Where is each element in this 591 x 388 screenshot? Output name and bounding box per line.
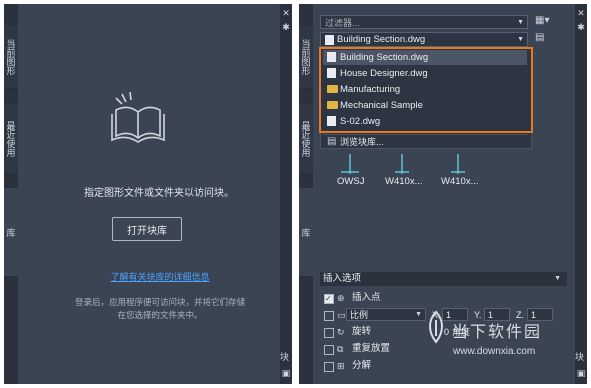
tab-library[interactable]: 库 bbox=[299, 188, 313, 277]
chevron-down-icon[interactable]: ▼ bbox=[517, 16, 524, 30]
rotate-icon: ↻ bbox=[337, 327, 345, 337]
signin-note: 登录后，应用程序便可访问块，并将它们存储 在您选择的文件夹中。 bbox=[52, 296, 268, 322]
block-label: W410x... bbox=[441, 176, 479, 187]
library-hint: 指定图形文件或文件夹以访问块。 bbox=[84, 188, 234, 199]
tab-library[interactable]: 库 bbox=[4, 188, 18, 277]
option-label: 重复放置 bbox=[352, 343, 391, 354]
view-options-icon[interactable]: ▦▾ bbox=[535, 15, 549, 26]
tab-recent[interactable]: 最近使用 bbox=[299, 104, 313, 175]
tab-label: 库 bbox=[5, 227, 16, 237]
browse-library-icon[interactable]: ▤ bbox=[535, 32, 544, 43]
block-thumbnail-owsj[interactable] bbox=[339, 154, 361, 174]
learn-more-link[interactable]: 了解有关块库的详细信息 bbox=[64, 270, 256, 283]
insert-options-header[interactable]: 插入选项 ▼ bbox=[320, 272, 567, 286]
tab-current-drawing[interactable]: 当前图形 bbox=[4, 26, 18, 89]
library-select[interactable]: Building Section.dwg ▼ bbox=[320, 32, 528, 47]
palette-settings-icon[interactable]: ▣ bbox=[576, 368, 586, 379]
insert-options-title: 插入选项 bbox=[323, 273, 362, 284]
tab-label: 当前图形 bbox=[300, 39, 311, 75]
left-side-bar: ✕ ✱ 块 ▣ bbox=[279, 4, 292, 384]
block-thumbnail-w410-1[interactable] bbox=[391, 154, 413, 174]
option-insert-point[interactable]: ⊕ 插入点 bbox=[324, 291, 564, 306]
tab-label: 最近使用 bbox=[5, 121, 16, 157]
filter-placeholder: 过滤器... bbox=[325, 18, 360, 28]
explode-checkbox[interactable] bbox=[324, 362, 334, 372]
scale-checkbox[interactable] bbox=[324, 311, 334, 321]
palette-settings-icon[interactable]: ▣ bbox=[281, 368, 291, 379]
browse-icon: ▤ bbox=[327, 136, 337, 147]
note-line: 登录后，应用程序便可访问块，并将它们存储 bbox=[74, 297, 245, 307]
browse-library-item[interactable]: ▤ 浏览块库... bbox=[323, 134, 527, 148]
block-thumbnail-w410-2[interactable] bbox=[447, 154, 469, 174]
note-line: 在您选择的文件夹中。 bbox=[117, 310, 203, 320]
watermark-url: www.downxia.com bbox=[453, 346, 536, 357]
repeat-checkbox[interactable] bbox=[324, 345, 334, 355]
watermark-logo bbox=[429, 310, 443, 344]
option-label: 分解 bbox=[352, 360, 372, 371]
scale-icon: ▭ bbox=[337, 310, 346, 320]
filter-input[interactable]: 过滤器... ▼ bbox=[320, 15, 528, 29]
insert-point-icon: ⊕ bbox=[337, 293, 345, 303]
explode-icon: ⊞ bbox=[337, 361, 345, 371]
highlight-annotation bbox=[319, 47, 533, 133]
book-icon bbox=[111, 91, 165, 143]
tab-label: 当前图形 bbox=[5, 39, 16, 75]
chevron-down-icon[interactable]: ▼ bbox=[517, 33, 524, 47]
open-library-button[interactable]: 打开块库 bbox=[112, 217, 182, 241]
close-icon[interactable]: ✕ bbox=[281, 8, 291, 19]
chevron-down-icon[interactable]: ▼ bbox=[554, 272, 561, 286]
right-side-bar: ✕ ✱ 块 ▣ bbox=[574, 4, 587, 384]
watermark-title: 当下软件园 bbox=[452, 324, 543, 341]
pin-icon[interactable]: ✱ bbox=[576, 22, 586, 33]
rotate-checkbox[interactable] bbox=[324, 328, 334, 338]
block-label: OWSJ bbox=[337, 176, 365, 187]
option-label: 旋转 bbox=[352, 326, 372, 337]
palette-title: 块 bbox=[279, 352, 289, 361]
option-label: 插入点 bbox=[352, 292, 381, 303]
pin-icon[interactable]: ✱ bbox=[281, 22, 291, 33]
browse-label: 浏览块库... bbox=[340, 137, 384, 147]
scale-select[interactable]: 比例 ▼ bbox=[346, 308, 426, 321]
tab-label: 最近使用 bbox=[300, 121, 311, 157]
palette-title: 块 bbox=[574, 352, 584, 361]
block-label: W410x... bbox=[385, 176, 423, 187]
scale-select-value: 比例 bbox=[350, 310, 369, 320]
repeat-icon: ⧉ bbox=[337, 344, 344, 354]
tab-recent[interactable]: 最近使用 bbox=[4, 104, 18, 175]
close-icon[interactable]: ✕ bbox=[576, 8, 586, 19]
left-palette: 当前图形 最近使用 库 指定图形文件或文件夹以访问块。 打开块库 了解有关块库的… bbox=[4, 4, 292, 384]
insert-point-checkbox[interactable] bbox=[324, 292, 334, 306]
tab-current-drawing[interactable]: 当前图形 bbox=[299, 26, 313, 89]
chevron-down-icon[interactable]: ▼ bbox=[415, 309, 422, 321]
file-icon bbox=[325, 35, 334, 45]
library-select-value: Building Section.dwg bbox=[337, 34, 426, 45]
tab-label: 库 bbox=[300, 227, 311, 237]
option-explode[interactable]: ⊞ 分解 bbox=[324, 359, 564, 373]
